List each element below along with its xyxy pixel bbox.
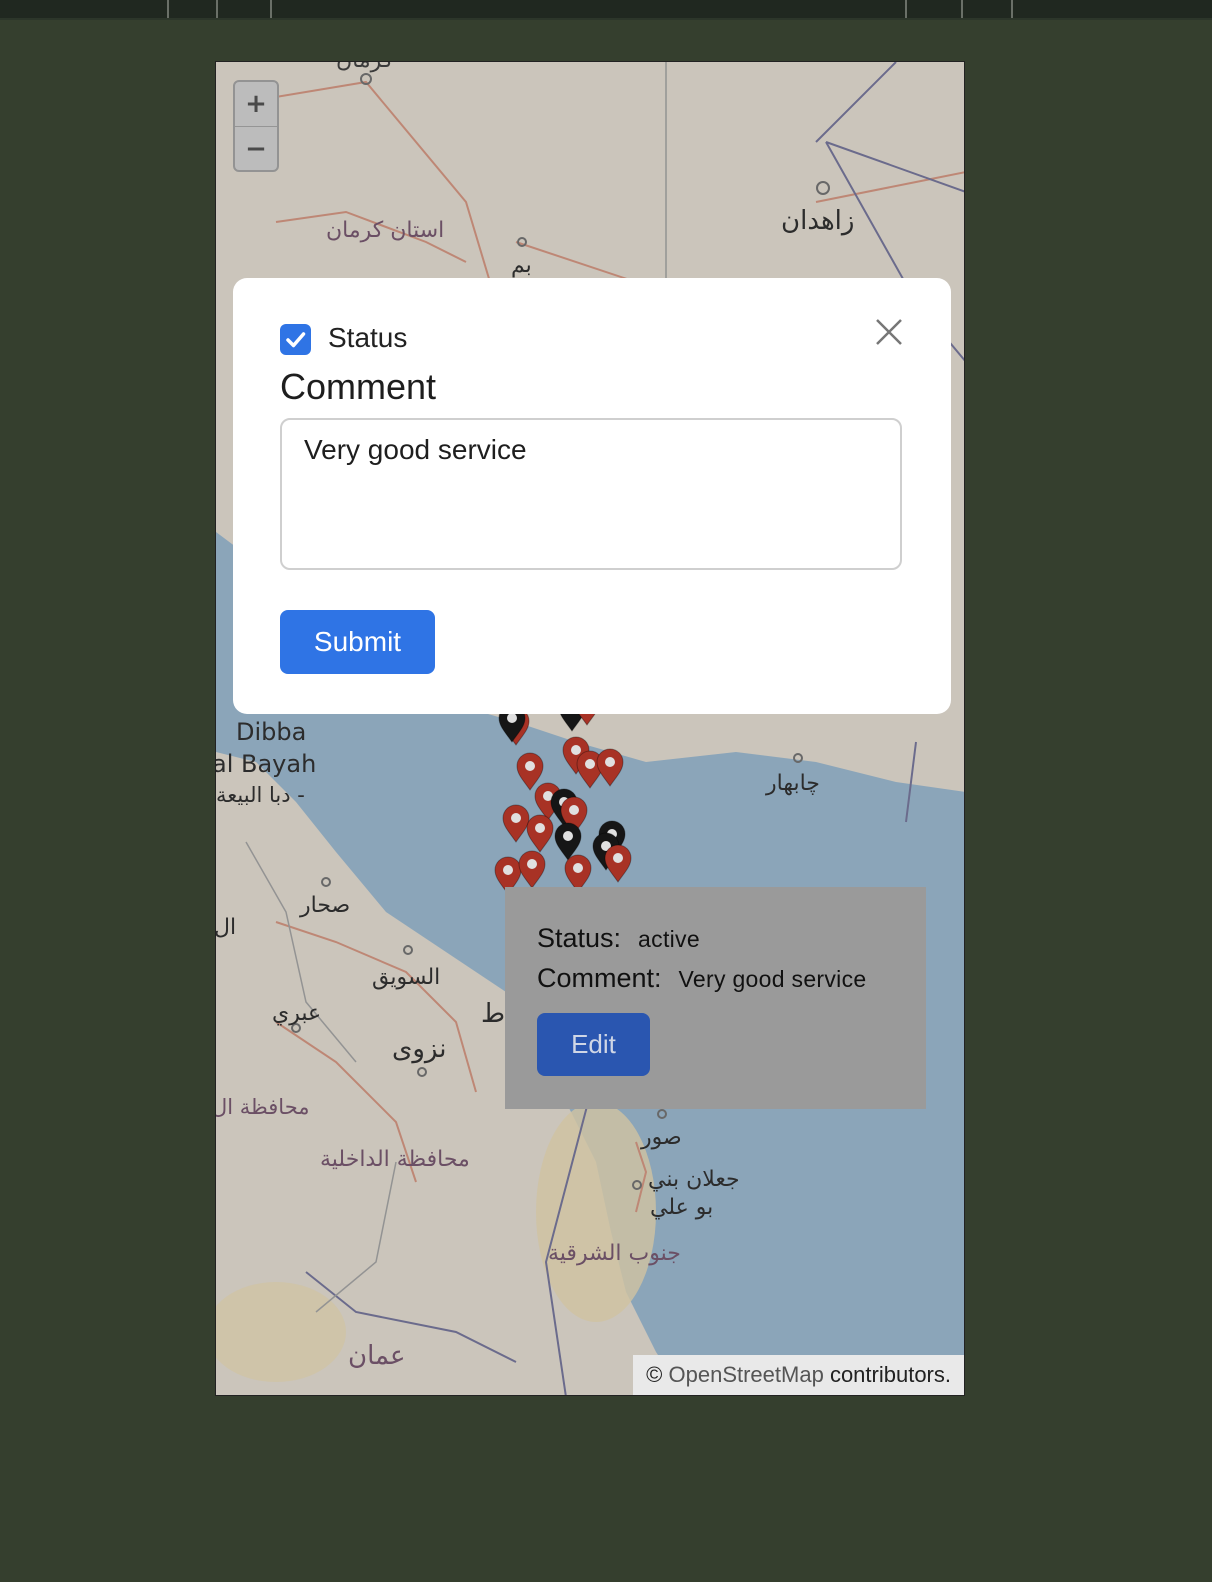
map-container[interactable]: كرمان استان کرمان زاهدان بم Dibba al Bay… [215,61,965,1396]
edit-modal: Status Comment Very good service Submit [233,278,951,714]
popup-status-value: active [638,926,700,952]
comment-label: Comment [280,366,437,407]
marker-popup: Status: active Comment: Very good servic… [505,887,926,1109]
attribution-link[interactable]: OpenStreetMap [669,1362,824,1387]
checkmark-icon [286,332,306,348]
status-label: Status [328,322,408,353]
browser-top-bar [0,0,1212,20]
popup-comment-key: Comment: [537,963,662,993]
popup-comment-value: Very good service [678,966,867,992]
status-checkbox[interactable] [280,324,311,355]
toolbar-separator [216,0,218,18]
edit-button[interactable]: Edit [537,1013,650,1076]
popup-status-key: Status: [537,923,622,953]
attribution-copyright: © [646,1362,663,1387]
close-icon[interactable] [874,317,904,347]
comment-textarea[interactable]: Very good service [280,418,902,570]
toolbar-separator [961,0,963,18]
toolbar-separator [270,0,272,18]
toolbar-separator [167,0,169,18]
map-attribution: © OpenStreetMap contributors. [633,1355,964,1395]
attribution-suffix: contributors. [829,1362,951,1387]
toolbar-separator [1011,0,1013,18]
submit-button[interactable]: Submit [280,610,435,674]
modal-backdrop[interactable] [216,62,964,1395]
toolbar-separator [905,0,907,18]
popup-comment-row: Comment: Very good service [537,963,894,1003]
popup-status-row: Status: active [537,923,894,963]
